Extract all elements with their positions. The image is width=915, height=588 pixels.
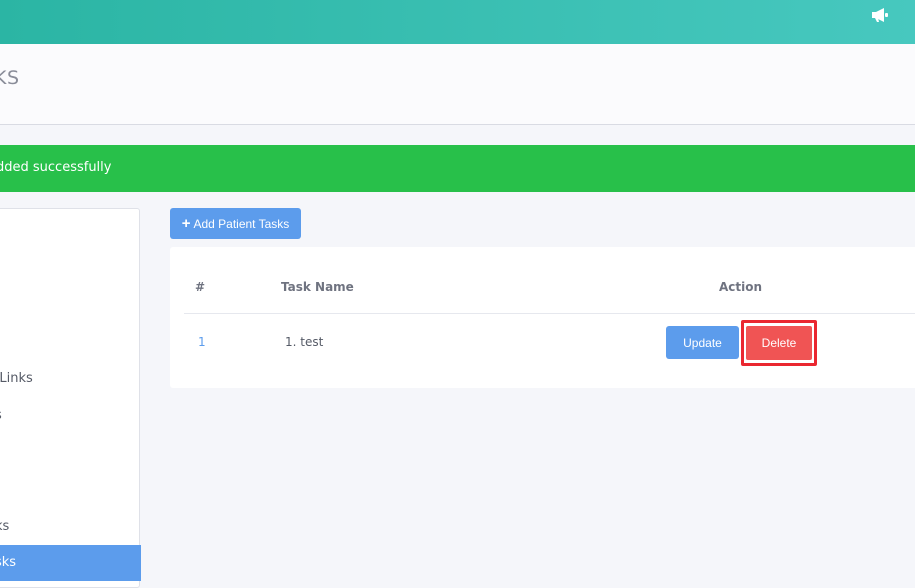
column-header-action: Action bbox=[719, 280, 763, 294]
sidebar-item-label: sks bbox=[0, 555, 17, 570]
top-navbar bbox=[0, 0, 915, 44]
sidebar-item-patient-tasks[interactable]: sks bbox=[0, 545, 141, 581]
delete-button[interactable]: Delete bbox=[746, 326, 812, 360]
sidebar-item-label: s bbox=[0, 408, 2, 423]
row-divider bbox=[184, 313, 915, 314]
column-header-task-name: Task Name bbox=[281, 280, 354, 294]
sidebar-item-label: ks bbox=[0, 519, 10, 534]
megaphone-icon[interactable] bbox=[870, 7, 890, 23]
add-button-label: Add Patient Tasks bbox=[193, 216, 290, 231]
success-alert: dded successfully bbox=[0, 145, 915, 192]
row-number[interactable]: 1 bbox=[198, 335, 206, 349]
column-header-number: # bbox=[195, 280, 206, 294]
alert-message: dded successfully bbox=[0, 160, 112, 175]
delete-highlight: Delete bbox=[741, 320, 817, 366]
sidebar-item-s[interactable]: s bbox=[0, 398, 141, 434]
sidebar-item-label: /Links bbox=[0, 371, 33, 386]
page-title: KS bbox=[0, 67, 20, 89]
add-patient-tasks-button[interactable]: + Add Patient Tasks bbox=[170, 208, 301, 239]
task-name: 1. test bbox=[285, 335, 324, 349]
page-header: KS bbox=[0, 44, 915, 125]
sidebar-item-links[interactable]: /Links bbox=[0, 361, 141, 397]
sidebar: /Links s ks sks bbox=[0, 208, 141, 588]
tasks-table: # Task Name Action 1 1. test Update Dele… bbox=[170, 247, 915, 388]
plus-icon: + bbox=[181, 215, 191, 232]
update-button[interactable]: Update bbox=[666, 326, 739, 359]
sidebar-item-ks[interactable]: ks bbox=[0, 509, 141, 545]
